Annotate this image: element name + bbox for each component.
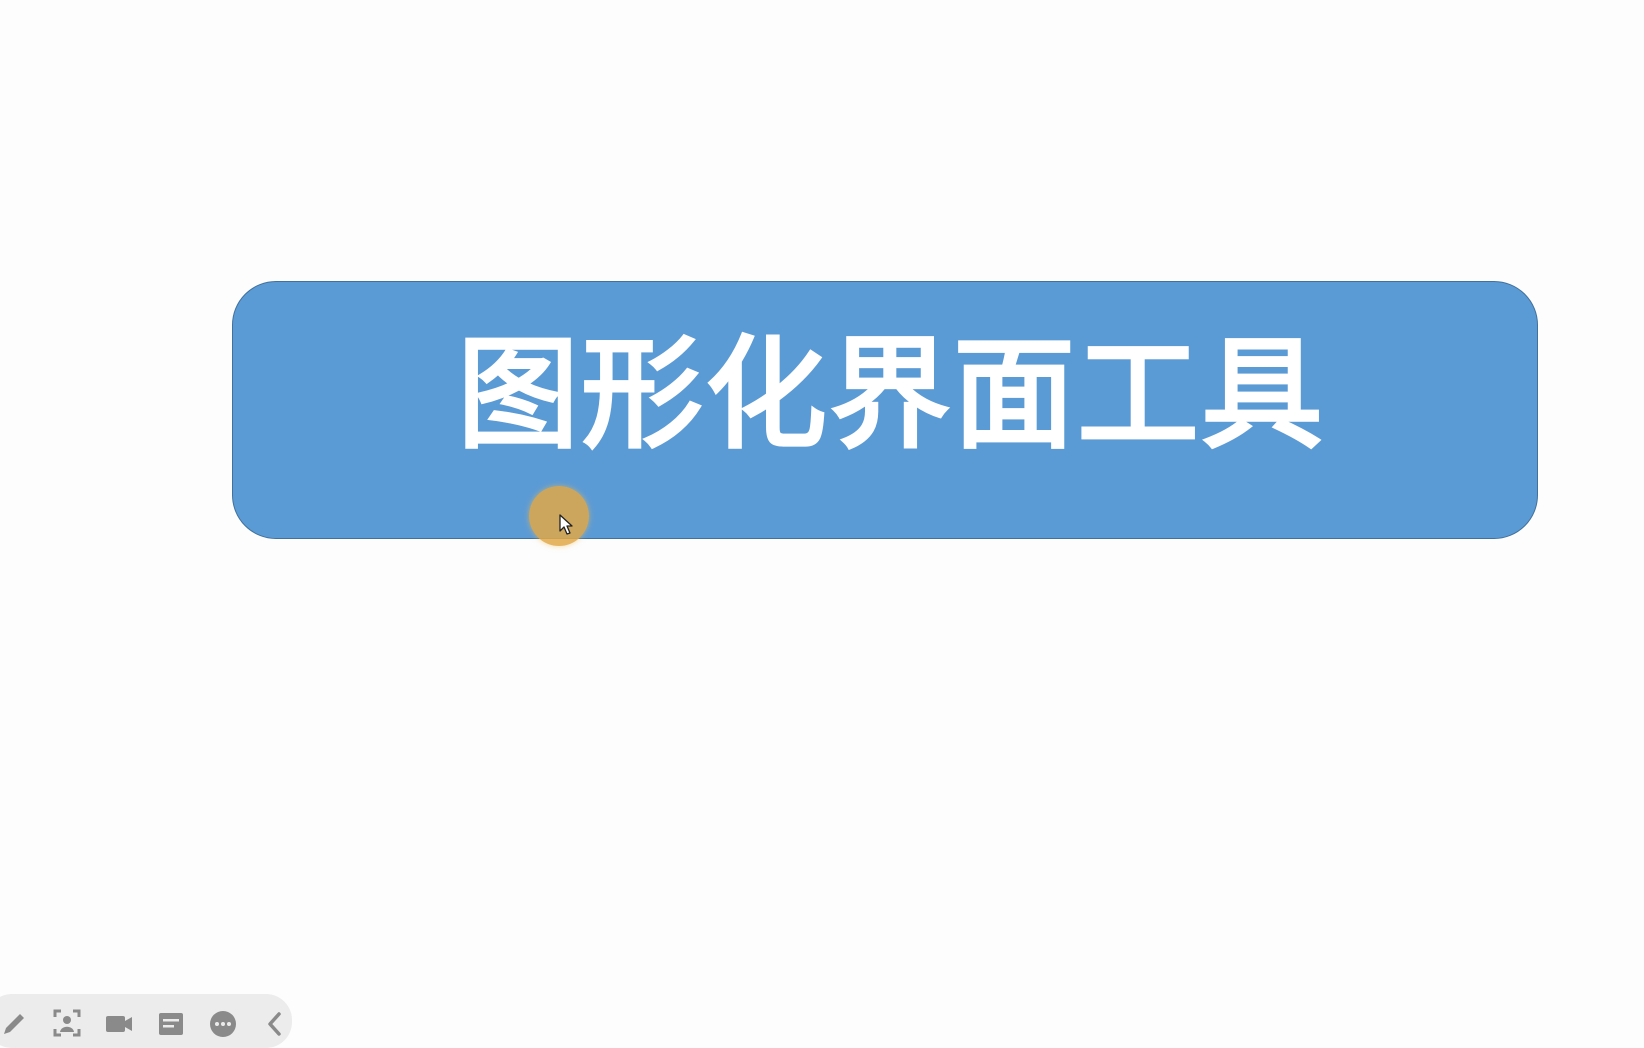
more-icon[interactable] [208,1008,238,1038]
title-box[interactable]: 图形化界面工具 [232,281,1538,539]
slide-canvas: 图形化界面工具 [0,0,1644,1028]
presentation-toolbar [0,994,292,1048]
slide-title: 图形化界面工具 [457,324,1325,466]
collapse-icon[interactable] [260,1008,290,1038]
pen-icon[interactable] [0,1008,30,1038]
mouse-cursor-icon [559,514,573,535]
camera-icon[interactable] [104,1008,134,1038]
notes-icon[interactable] [156,1008,186,1038]
screenshot-icon[interactable] [52,1008,82,1038]
